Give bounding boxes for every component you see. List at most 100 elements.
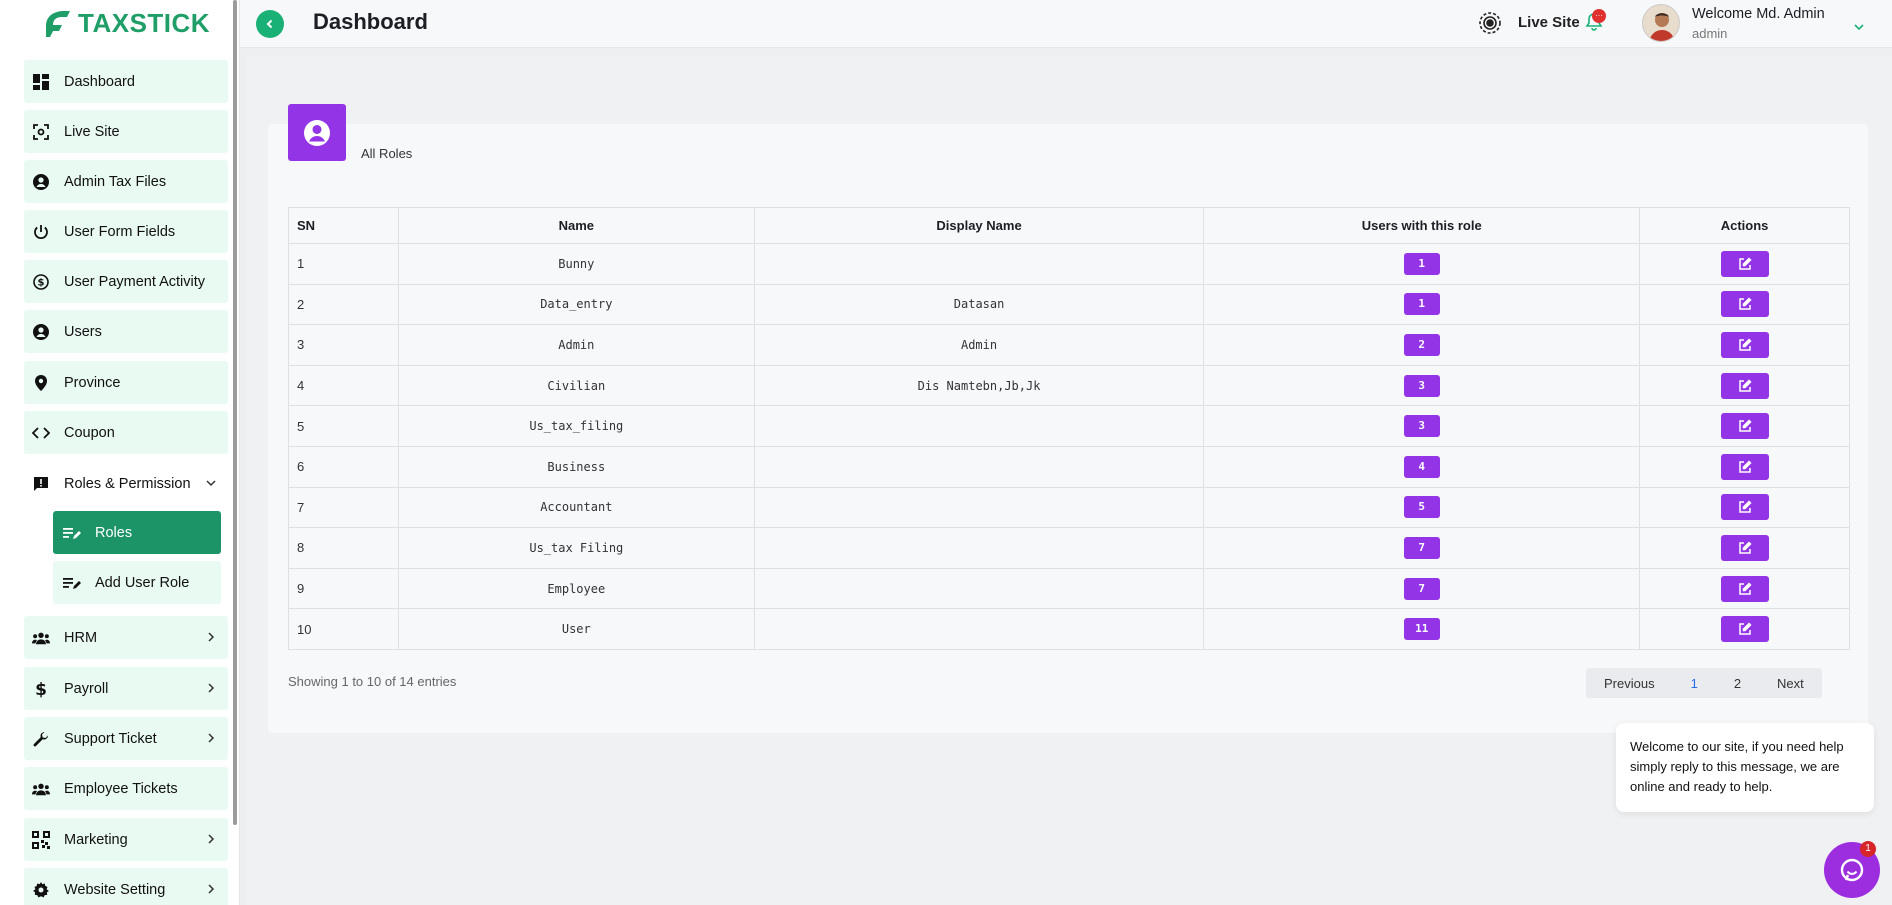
chat-icon — [1840, 858, 1864, 882]
collapse-sidebar-button[interactable] — [256, 10, 284, 38]
chevron-right-icon — [208, 733, 215, 743]
edit-icon — [1738, 581, 1752, 595]
sidebar-item-website-setting[interactable]: Website Setting — [24, 868, 228, 905]
dollar-icon: $ — [32, 680, 50, 698]
column-header-name[interactable]: Name — [397, 207, 755, 244]
cell-name: Accountant — [397, 486, 755, 529]
sidebar-item-payroll[interactable]: $ Payroll — [24, 667, 228, 710]
gear-icon — [32, 881, 50, 899]
sidebar-item-label: Admin Tax Files — [64, 173, 167, 190]
cell-name: Civilian — [397, 364, 755, 407]
sidebar-item-employee-tickets[interactable]: Employee Tickets — [24, 767, 228, 810]
sidebar-item-province[interactable]: Province — [24, 361, 228, 404]
cell-users: 1 — [1203, 283, 1641, 326]
sidebar-item-support-ticket[interactable]: Support Ticket — [24, 717, 228, 760]
edit-role-button[interactable] — [1720, 250, 1769, 277]
cell-sn: 9 — [288, 567, 399, 610]
next-page-button[interactable]: Next — [1759, 676, 1822, 691]
edit-role-button[interactable] — [1720, 291, 1769, 318]
user-count-badge[interactable]: 7 — [1403, 536, 1440, 559]
user-count-badge[interactable]: 7 — [1403, 577, 1440, 600]
page-button-1[interactable]: 1 — [1673, 676, 1716, 691]
cell-name: Us_tax_filing — [397, 405, 755, 447]
page-button-2[interactable]: 2 — [1716, 676, 1759, 691]
sidebar-item-label: User Payment Activity — [64, 273, 206, 290]
user-count-badge[interactable]: 1 — [1403, 252, 1440, 275]
card-title: All Roles — [361, 146, 413, 161]
cell-actions — [1639, 527, 1850, 569]
sidebar-item-user-form-fields[interactable]: User Form Fields — [24, 210, 228, 253]
edit-role-button[interactable] — [1720, 372, 1769, 399]
live-site-link[interactable]: Live Site — [1518, 14, 1580, 31]
user-count-badge[interactable]: 2 — [1403, 333, 1440, 356]
sidebar-item-admin-tax-files[interactable]: Admin Tax Files — [24, 160, 228, 203]
edit-role-button[interactable] — [1720, 534, 1769, 561]
user-count-badge[interactable]: 11 — [1403, 618, 1440, 641]
cell-name: Admin — [397, 324, 755, 366]
user-count-badge[interactable]: 4 — [1403, 455, 1440, 478]
sidebar-item-label: Live Site — [64, 123, 120, 140]
cell-sn: 4 — [288, 364, 399, 407]
user-count-badge[interactable]: 1 — [1403, 293, 1440, 316]
sidebar-item-hrm[interactable]: HRM — [24, 616, 228, 659]
user-count-badge[interactable]: 5 — [1403, 496, 1440, 519]
sidebar-item-dashboard[interactable]: Dashboard — [24, 60, 228, 103]
column-header-sn[interactable]: SN — [288, 207, 399, 244]
cell-actions — [1639, 608, 1850, 650]
sidebar-item-coupon[interactable]: Coupon — [24, 411, 228, 454]
sidebar-item-label: HRM — [64, 629, 98, 646]
edit-role-button[interactable] — [1720, 616, 1769, 643]
user-count-badge[interactable]: 3 — [1403, 374, 1440, 397]
column-header-display-name[interactable]: Display Name — [753, 207, 1205, 244]
chat-welcome-message[interactable]: Welcome to our site, if you need help si… — [1616, 723, 1874, 812]
cell-users: 7 — [1203, 567, 1641, 610]
users-icon — [32, 629, 50, 647]
chevron-left-icon — [266, 19, 273, 29]
cell-sn: 10 — [288, 608, 399, 650]
cell-actions — [1639, 405, 1850, 447]
previous-page-button[interactable]: Previous — [1586, 676, 1673, 691]
sidebar-item-label: Users — [64, 323, 102, 340]
sidebar-scrollbar[interactable] — [233, 0, 237, 825]
sidebar-item-roles-permission[interactable]: Roles & Permission — [24, 462, 228, 505]
sidebar-item-label: Marketing — [64, 831, 128, 848]
cell-name: User — [397, 608, 755, 650]
sidebar-item-roles[interactable]: Roles — [53, 511, 221, 554]
avatar[interactable] — [1642, 4, 1680, 42]
cell-users: 7 — [1203, 527, 1641, 569]
edit-icon — [1738, 338, 1752, 351]
cell-sn: 5 — [288, 405, 399, 447]
edit-role-button[interactable] — [1720, 494, 1769, 521]
edit-role-button[interactable] — [1720, 453, 1769, 480]
cell-display-name — [753, 405, 1205, 447]
sidebar-item-users[interactable]: Users — [24, 310, 228, 353]
cell-users: 1 — [1203, 243, 1641, 285]
edit-role-button[interactable] — [1720, 575, 1769, 602]
entries-info: Showing 1 to 10 of 14 entries — [288, 674, 457, 689]
list-edit-icon — [63, 574, 81, 592]
cell-display-name: Dis Namtebn,Jb,Jk — [753, 364, 1205, 407]
sidebar-item-label: Payroll — [64, 680, 109, 697]
welcome-text: Welcome Md. Admin — [1692, 6, 1825, 22]
sidebar-item-marketing[interactable]: Marketing — [24, 818, 228, 861]
column-header-users[interactable]: Users with this role — [1203, 207, 1641, 244]
scan-icon — [32, 123, 50, 141]
chevron-down-icon — [206, 480, 216, 487]
logo-icon — [46, 11, 70, 37]
table-row: 4 Civilian Dis Namtebn,Jb,Jk 3 — [288, 364, 1850, 407]
user-count-badge[interactable]: 3 — [1403, 415, 1440, 438]
sidebar-item-live-site[interactable]: Live Site — [24, 110, 228, 153]
cell-display-name — [753, 486, 1205, 529]
cell-display-name: Admin — [753, 324, 1205, 366]
logo[interactable]: TAXSTICK — [40, 6, 210, 40]
map-pin-icon — [32, 374, 50, 392]
edit-role-button[interactable] — [1720, 413, 1769, 440]
sidebar-item-user-payment-activity[interactable]: $ User Payment Activity — [24, 260, 228, 303]
sidebar-item-label: Roles & Permission — [64, 475, 191, 492]
topbar: Dashboard Live Site ··· Welcome Md. Admi… — [240, 0, 1892, 48]
chevron-down-icon[interactable] — [1852, 20, 1866, 34]
edit-role-button[interactable] — [1720, 331, 1769, 358]
target-settings-icon[interactable] — [1477, 10, 1503, 36]
sidebar-item-add-user-role[interactable]: Add User Role — [53, 561, 221, 604]
sidebar-item-label: User Form Fields — [64, 223, 176, 240]
